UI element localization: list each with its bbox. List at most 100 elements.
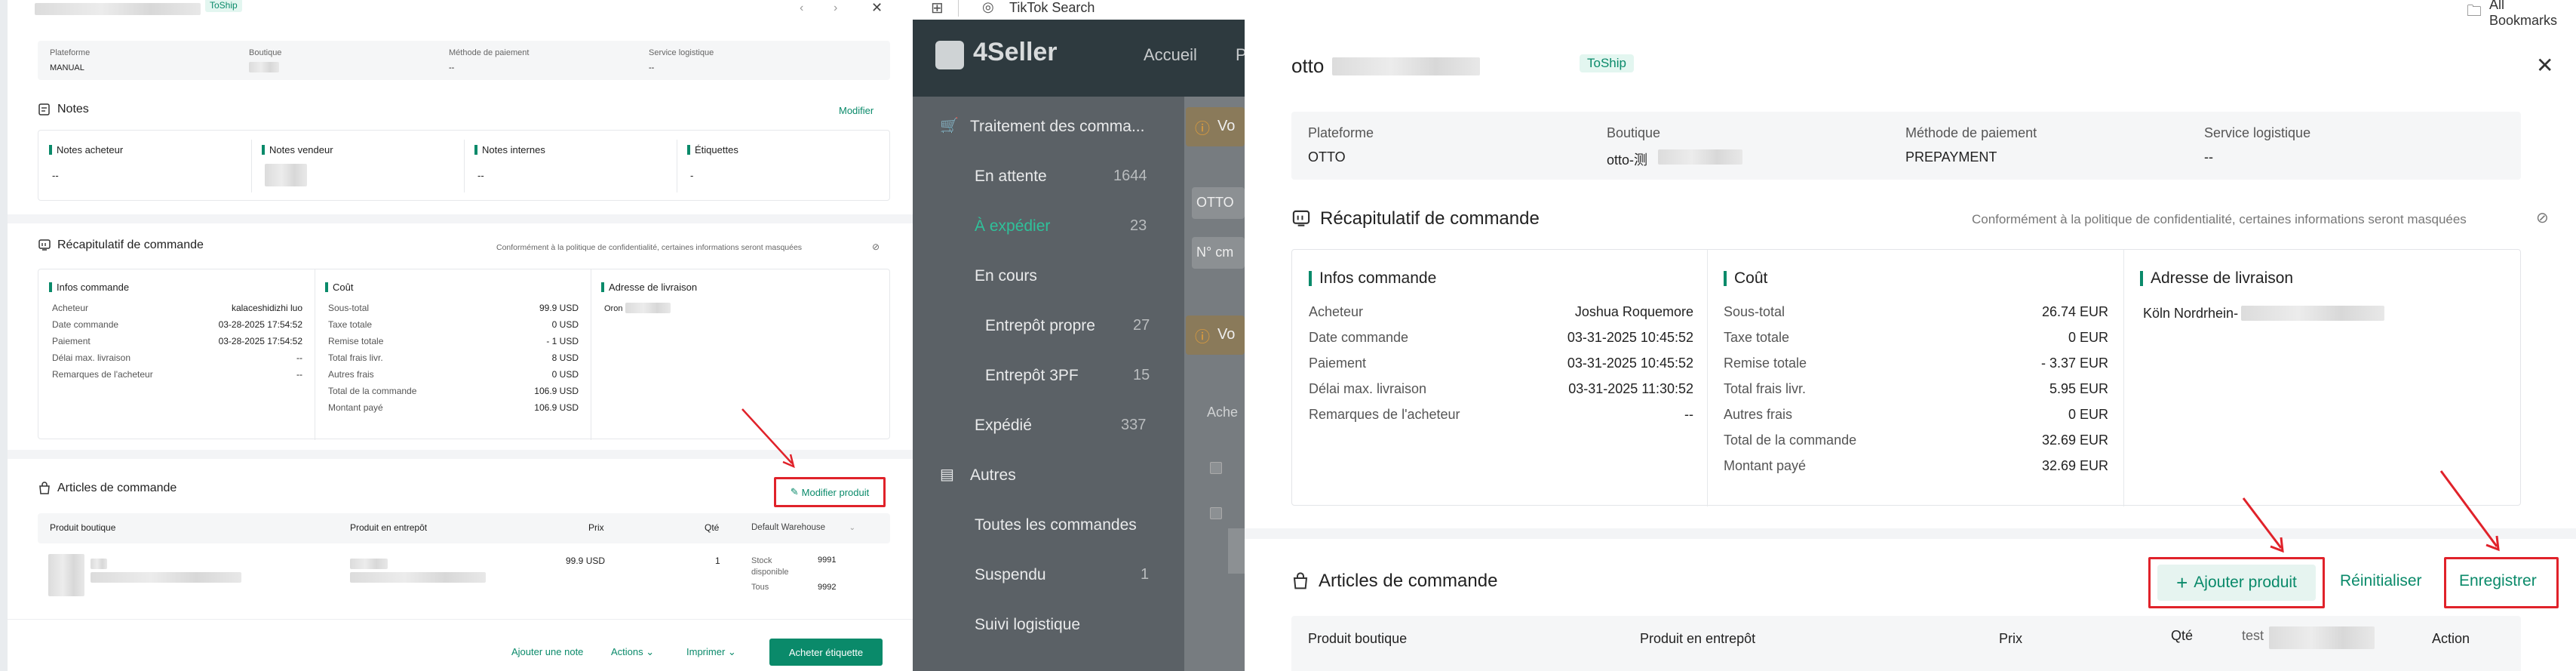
prev-arrow-icon[interactable]: ‹: [800, 2, 803, 15]
next-arrow-icon[interactable]: ›: [834, 2, 837, 15]
sidebar-tracking[interactable]: Suivi logistique: [975, 616, 1080, 634]
order-info-row-label: Délai max. livraison: [52, 352, 131, 363]
app-header: 4Seller Accueil P: [913, 20, 1245, 97]
order-info-row: Paiement 03-31-2025 10:45:52: [1309, 356, 1693, 371]
row-checkbox[interactable]: [1210, 462, 1222, 474]
cart-icon: 🛒: [940, 118, 959, 134]
sidebar-own-warehouse[interactable]: Entrepôt propre: [985, 317, 1095, 335]
warning-icon: ⓘ: [1195, 121, 1210, 137]
order-info-row-label: Date commande: [52, 319, 119, 330]
buy-label-button[interactable]: Acheter étiquette: [769, 639, 883, 666]
eye-off-icon[interactable]: ⊘: [2536, 208, 2549, 227]
sidebar-processing[interactable]: Traitement des comma...: [970, 118, 1144, 136]
sidebar-to-ship[interactable]: À expédier: [975, 217, 1050, 235]
order-info-row-value: kalaceshidizhi luo: [231, 303, 302, 313]
warehouse-select[interactable]: Default Warehouse ⌄: [747, 519, 860, 536]
payment-value: PREPAYMENT: [1905, 149, 1997, 165]
modify-product-label: Modifier produit: [801, 486, 870, 498]
row-checkbox[interactable]: [1210, 507, 1222, 519]
cost-row-value: - 1 USD: [546, 336, 579, 346]
order-info-row-value: --: [296, 369, 302, 380]
cost-row: Montant payé 106.9 USD: [328, 402, 579, 413]
save-button[interactable]: Enregistrer: [2459, 572, 2537, 590]
panel-edge: [0, 0, 8, 671]
bookmarks-label: All Bookmarks: [2489, 0, 2558, 28]
order-info-title: Infos commande: [57, 282, 130, 293]
close-icon[interactable]: ✕: [871, 0, 883, 16]
sidebar-others[interactable]: Autres: [970, 466, 1016, 485]
internal-notes-value: --: [477, 170, 484, 181]
platform-label: Plateforme: [1308, 125, 1374, 140]
cost-row: Taxe totale 0 EUR: [1724, 330, 2108, 346]
chevron-down-icon: ⌄: [646, 646, 655, 657]
items-table-header: Produit boutique Produit en entrepôt Pri…: [38, 513, 890, 543]
platform-filter-field[interactable]: OTTO: [1192, 187, 1245, 219]
shipped-count: 337: [1121, 417, 1147, 433]
tags-value: -: [690, 170, 694, 181]
cost-row: Autres frais 0 EUR: [1724, 407, 2108, 423]
order-info-row: Remarques de l'acheteur --: [1309, 407, 1693, 423]
cost-row: Total frais livr. 5.95 EUR: [1724, 381, 2108, 397]
order-info-row-label: Délai max. livraison: [1309, 381, 1427, 396]
eye-off-icon[interactable]: ⊘: [872, 242, 880, 252]
warning-text-1: Vo: [1217, 118, 1236, 134]
to-ship-count: 23: [1130, 217, 1147, 234]
col-price: Prix: [588, 522, 604, 533]
actions-dropdown[interactable]: Actions ⌄: [611, 646, 654, 658]
cost-row-value: 8 USD: [551, 352, 579, 363]
summary-title: Récapitulatif de commande: [57, 239, 204, 251]
pending-count: 1644: [1113, 168, 1147, 184]
edit-notes-link[interactable]: Modifier: [839, 105, 874, 116]
edit-icon: ✎: [790, 486, 799, 497]
address-title: Adresse de livraison: [2151, 269, 2294, 287]
notes-section-header: Notes: [38, 103, 89, 116]
cost-row-value: - 3.37 EUR: [2040, 356, 2108, 371]
red-arrow-annotation: [741, 408, 795, 469]
suspended-count: 1: [1141, 566, 1150, 583]
all-bookmarks[interactable]: 🗀 All Bookmarks: [2467, 0, 2576, 29]
modify-product-button[interactable]: ✎ Modifier produit: [774, 477, 886, 507]
add-note-link[interactable]: Ajouter une note: [511, 646, 583, 657]
sidebar-suspended[interactable]: Suspendu: [975, 566, 1046, 584]
own-warehouse-count: 27: [1133, 317, 1150, 334]
order-info-row-value: --: [296, 352, 302, 363]
reset-button[interactable]: Réinitialiser: [2340, 572, 2422, 590]
order-info-row: Acheteur kalaceshidizhi luo: [52, 303, 302, 313]
print-label: Imprimer: [686, 646, 726, 657]
warning-text-2: Vo: [1217, 326, 1236, 343]
bag-icon: [1293, 572, 1308, 589]
logistics-label: Service logistique: [649, 48, 714, 57]
apps-grid-icon[interactable]: ⊞: [931, 0, 944, 17]
app-logo-text: 4Seller: [973, 38, 1058, 66]
platform-value: MANUAL: [50, 63, 84, 72]
close-icon[interactable]: ✕: [2536, 53, 2553, 78]
order-info-row-label: Acheteur: [52, 303, 89, 313]
order-info-row-label: Remarques de l'acheteur: [1309, 407, 1460, 422]
add-product-button[interactable]: + Ajouter produit: [2157, 565, 2316, 601]
sidebar-all-orders[interactable]: Toutes les commandes: [975, 516, 1137, 534]
platform-value: OTTO: [1308, 149, 1346, 165]
bookmark-tiktok-search[interactable]: TikTok Search: [1009, 0, 1095, 16]
order-info-row-value: 03-28-2025 17:54:52: [218, 336, 302, 346]
sidebar-pending[interactable]: En attente: [975, 168, 1047, 186]
nav-home[interactable]: Accueil: [1144, 45, 1197, 65]
cost-row-label: Total de la commande: [328, 386, 417, 396]
folder-icon: 🗀: [2467, 3, 2482, 20]
cost-row-label: Autres frais: [328, 369, 374, 380]
order-info-row-label: Paiement: [52, 336, 91, 346]
order-info-row-value: Joshua Roquemore: [1574, 304, 1693, 319]
list-icon: ▤: [940, 466, 954, 483]
col-qty: Qté: [705, 522, 720, 533]
cost-row-label: Taxe totale: [1724, 330, 1790, 345]
order-info-title: Infos commande: [1319, 269, 1437, 287]
cost-row: Autres frais 0 USD: [328, 369, 579, 380]
sidebar-shipped[interactable]: Expédié: [975, 417, 1032, 435]
sidebar-in-progress[interactable]: En cours: [975, 267, 1037, 285]
sidebar-3pf-warehouse[interactable]: Entrepôt 3PF: [985, 367, 1079, 385]
3pf-count: 15: [1133, 367, 1150, 383]
print-dropdown[interactable]: Imprimer ⌄: [686, 646, 736, 658]
order-number-field[interactable]: N° cm: [1192, 237, 1245, 269]
cost-row-value: 99.9 USD: [539, 303, 579, 313]
cost-row-label: Montant payé: [328, 402, 383, 413]
nav-partial[interactable]: P: [1236, 45, 1245, 65]
